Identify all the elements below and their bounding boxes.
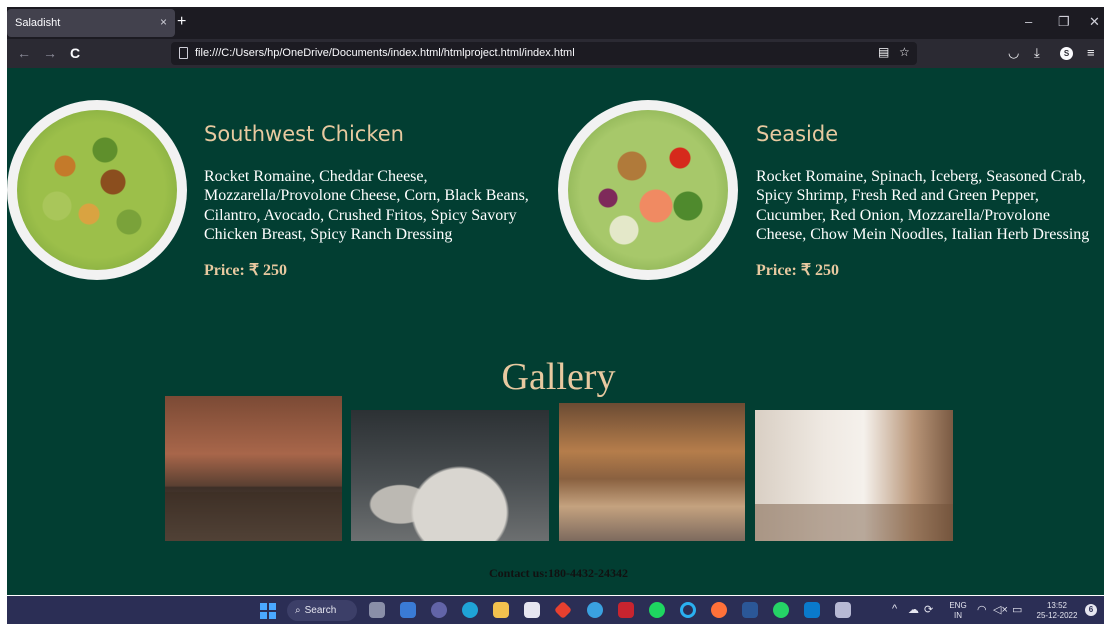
tray-sync-icon[interactable]: ⟳ [924, 603, 933, 616]
restore-button[interactable]: ❐ [1058, 14, 1070, 30]
gallery-photo-bar-counter [559, 403, 745, 541]
file-explorer-icon[interactable] [493, 602, 509, 618]
taskbar-search-button[interactable]: ⌕ Search [287, 600, 357, 621]
volume-icon[interactable]: ◁× [993, 603, 1008, 616]
tray-cloud-icon[interactable]: ☁ [908, 603, 919, 616]
widgets-icon[interactable] [400, 602, 416, 618]
downloads-icon[interactable]: ⤓ [1034, 45, 1040, 61]
word-icon[interactable] [742, 602, 758, 618]
tab-close-icon[interactable]: × [160, 15, 167, 29]
bookmark-star-icon[interactable]: ☆ [899, 45, 910, 59]
item-title: Seaside [756, 122, 839, 146]
reload-button[interactable]: C [70, 45, 80, 61]
whatsapp-icon[interactable] [773, 602, 789, 618]
browser-tab[interactable]: Saladisht × [7, 9, 175, 37]
gallery-photo-chef-plating [351, 410, 549, 541]
wifi-icon[interactable]: ◠ [977, 603, 987, 616]
page-icon [179, 47, 188, 59]
spotify-icon[interactable] [649, 602, 665, 618]
item-description: Rocket Romaine, Spinach, Iceberg, Season… [756, 168, 1090, 243]
forward-button[interactable]: → [43, 45, 57, 61]
search-label: Search [304, 605, 337, 616]
item-price: Price: ₹ 250 [756, 262, 840, 279]
tab-title: Saladisht [15, 17, 61, 29]
salad-image-southwest-chicken [7, 100, 187, 280]
windows-start-icon[interactable] [260, 603, 276, 619]
minimize-button[interactable]: – [1025, 14, 1032, 29]
app-diamond-icon[interactable] [553, 600, 573, 620]
battery-icon[interactable]: ▭ [1012, 603, 1022, 616]
app-updates-icon[interactable] [587, 602, 603, 618]
search-icon: ⌕ [295, 605, 301, 616]
address-bar[interactable]: file:///C:/Users/hp/OneDrive/Documents/i… [171, 42, 917, 65]
reader-view-icon[interactable]: ▤ [878, 45, 889, 59]
contact-info: Contact us:180-4432-24342 [489, 566, 628, 580]
store-icon[interactable] [524, 602, 540, 618]
gallery-photo-dining-hall [755, 410, 953, 541]
tray-chevron-up-icon[interactable]: ^ [892, 603, 897, 615]
browser-nav-bar: ← → C file:///C:/Users/hp/OneDrive/Docum… [7, 39, 1104, 68]
page-content: Southwest Chicken Rocket Romaine, Chedda… [7, 68, 1104, 595]
cortana-icon[interactable] [680, 602, 696, 618]
edge-icon[interactable] [462, 602, 478, 618]
mcafee-icon[interactable] [618, 602, 634, 618]
language-indicator[interactable]: ENG IN [947, 601, 969, 621]
pocket-icon[interactable]: ◡ [1008, 45, 1019, 61]
close-window-button[interactable]: ✕ [1089, 14, 1100, 30]
back-button[interactable]: ← [17, 45, 31, 61]
new-tab-button[interactable]: + [177, 13, 186, 31]
gallery-photo-restaurant-interior [165, 396, 342, 541]
salad-image-seaside [558, 100, 738, 280]
notification-badge[interactable]: 6 [1085, 604, 1097, 616]
gallery-heading: Gallery [501, 356, 616, 398]
vscode-icon[interactable] [804, 602, 820, 618]
browser-tab-bar: Saladisht × + – ❐ ✕ [7, 7, 1104, 39]
windows-taskbar: ⌕ Search ^ ☁ ⟳ ENG IN ◠ ◁× ▭ 13:52 25-12… [7, 596, 1104, 624]
item-title: Southwest Chicken [204, 122, 404, 146]
item-price: Price: ₹ 250 [204, 262, 288, 279]
clock[interactable]: 13:52 25-12-2022 [1033, 601, 1081, 621]
firefox-icon[interactable] [711, 602, 727, 618]
task-view-icon[interactable] [369, 602, 385, 618]
menu-hamburger-icon[interactable]: ≡ [1087, 45, 1095, 60]
teams-chat-icon[interactable] [431, 602, 447, 618]
notepad-icon[interactable] [835, 602, 851, 618]
item-description: Rocket Romaine, Cheddar Cheese, Mozzarel… [204, 168, 529, 243]
url-text[interactable]: file:///C:/Users/hp/OneDrive/Documents/i… [195, 47, 575, 59]
account-icon[interactable]: S [1060, 47, 1073, 60]
